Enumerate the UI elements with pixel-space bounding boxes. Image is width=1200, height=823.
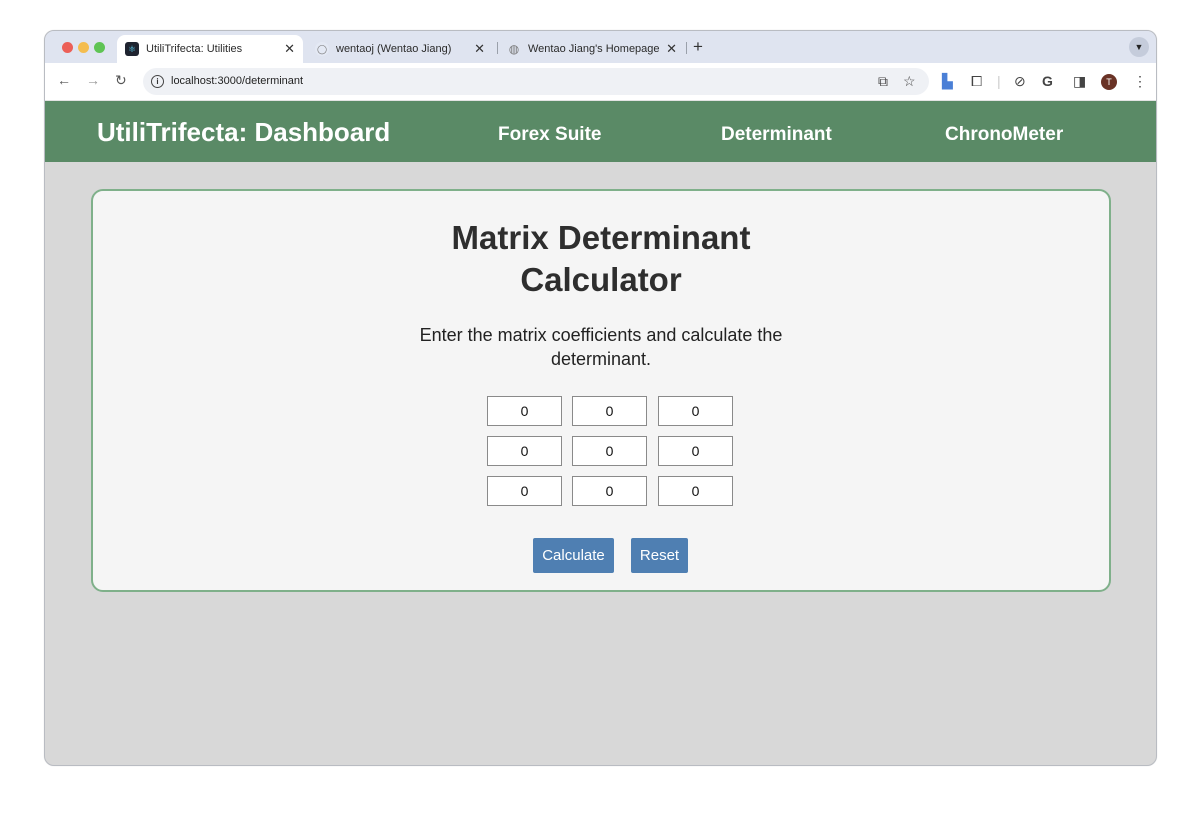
- matrix-cell-r1c1[interactable]: [487, 396, 562, 426]
- close-window-button[interactable]: [62, 42, 73, 53]
- title-line-1: Matrix Determinant: [451, 219, 751, 256]
- instructions-text: Enter the matrix coefficients and calcul…: [419, 325, 783, 369]
- matrix-cell-r2c1[interactable]: [487, 436, 562, 466]
- profile-avatar[interactable]: T: [1101, 74, 1117, 90]
- url-text: localhost:3000/determinant: [171, 75, 304, 87]
- browser-toolbar: ← → ↻ i localhost:3000/determinant ⧉ ☆ ▙…: [45, 63, 1156, 101]
- reload-icon[interactable]: ↻: [115, 72, 127, 89]
- matrix-cell-r1c3[interactable]: [658, 396, 733, 426]
- browser-window: ⚛ UtiliTrifecta: Utilities ✕ ◯ wentaoj (…: [44, 30, 1157, 766]
- tab-search-chevron-icon[interactable]: ▼: [1129, 37, 1149, 57]
- tab-title: Wentao Jiang's Homepage: [528, 43, 660, 55]
- nav-link-chronometer[interactable]: ChronoMeter: [945, 124, 1063, 146]
- forward-arrow-icon[interactable]: →: [86, 72, 100, 88]
- site-info-icon[interactable]: i: [151, 75, 164, 88]
- kebab-menu-icon[interactable]: ⋮: [1133, 73, 1147, 90]
- close-tab-icon[interactable]: ✕: [474, 41, 485, 57]
- tab-title: wentaoj (Wentao Jiang): [336, 43, 452, 55]
- tab-title: UtiliTrifecta: Utilities: [146, 43, 243, 55]
- globe-icon: ◍: [508, 42, 520, 56]
- side-panel-icon[interactable]: ◨: [1073, 73, 1086, 90]
- tab-strip: ⚛ UtiliTrifecta: Utilities ✕ ◯ wentaoj (…: [45, 31, 1156, 63]
- extensions-puzzle-icon[interactable]: ⧠: [971, 73, 982, 90]
- matrix-cell-r3c3[interactable]: [658, 476, 733, 506]
- matrix-cell-r2c3[interactable]: [658, 436, 733, 466]
- app-navbar: UtiliTrifecta: Dashboard Forex Suite Det…: [45, 101, 1156, 162]
- bookmark-star-icon[interactable]: ☆: [903, 73, 916, 90]
- close-tab-icon[interactable]: ✕: [666, 41, 677, 57]
- tab-utilitrifecta[interactable]: ⚛ UtiliTrifecta: Utilities ✕: [117, 35, 303, 63]
- minimize-window-button[interactable]: [78, 42, 89, 53]
- maximize-window-button[interactable]: [94, 42, 105, 53]
- install-app-icon[interactable]: ⧉: [878, 73, 888, 90]
- tab-github[interactable]: ◯ wentaoj (Wentao Jiang) ✕: [307, 35, 493, 63]
- app-brand[interactable]: UtiliTrifecta: Dashboard: [97, 117, 390, 148]
- title-line-2: Calculator: [520, 261, 682, 298]
- extension-leaf-icon[interactable]: ⊘: [1014, 73, 1026, 90]
- determinant-card: Matrix Determinant Calculator Enter the …: [91, 189, 1111, 592]
- react-icon: ⚛: [125, 42, 139, 56]
- close-tab-icon[interactable]: ✕: [284, 41, 295, 57]
- matrix-cell-r2c2[interactable]: [572, 436, 647, 466]
- toolbar-divider: |: [997, 73, 1001, 89]
- google-icon[interactable]: G: [1042, 73, 1053, 89]
- translate-icon[interactable]: ▙: [942, 73, 953, 90]
- new-tab-icon[interactable]: +: [693, 37, 703, 57]
- nav-link-determinant[interactable]: Determinant: [721, 124, 832, 146]
- matrix-cell-r3c1[interactable]: [487, 476, 562, 506]
- tab-separator: [497, 42, 498, 54]
- tab-separator: [686, 42, 687, 54]
- calculate-button[interactable]: Calculate: [533, 538, 614, 573]
- matrix-cell-r3c2[interactable]: [572, 476, 647, 506]
- address-bar[interactable]: i localhost:3000/determinant ⧉ ☆: [143, 68, 929, 95]
- matrix-cell-r1c2[interactable]: [572, 396, 647, 426]
- back-arrow-icon[interactable]: ←: [57, 72, 71, 88]
- page-title: Matrix Determinant Calculator: [93, 217, 1109, 301]
- reset-button[interactable]: Reset: [631, 538, 688, 573]
- github-icon: ◯: [315, 42, 329, 56]
- nav-link-forex[interactable]: Forex Suite: [498, 124, 601, 146]
- tab-homepage[interactable]: ◍ Wentao Jiang's Homepage ✕: [499, 35, 685, 63]
